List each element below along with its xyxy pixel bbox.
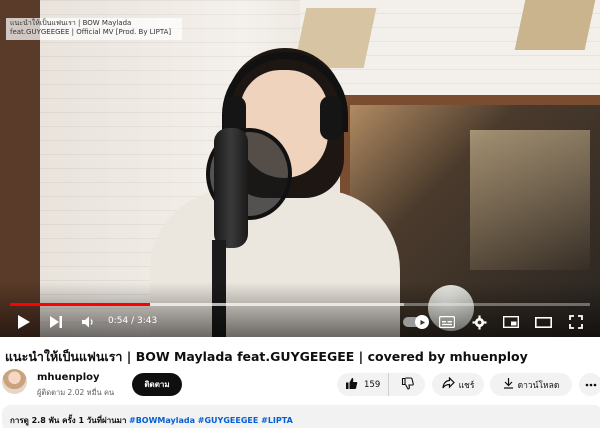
share-icon	[441, 376, 455, 392]
progress-bar[interactable]	[10, 303, 590, 306]
download-label: ดาวน์โหลด	[517, 380, 560, 391]
share-label: แชร์	[458, 380, 475, 391]
next-icon	[49, 315, 63, 329]
volume-icon	[81, 315, 95, 329]
next-button[interactable]	[46, 312, 66, 332]
download-button[interactable]: ดาวน์โหลด	[490, 373, 572, 396]
like-button[interactable]: 159	[337, 373, 389, 396]
hashtags[interactable]: #BOWMaylada #GUYGEEGEE #LIPTA	[129, 416, 293, 425]
video-title: แนะนำให้เป็นแฟนเรา | BOW Maylada feat.GU…	[5, 349, 528, 364]
volume-button[interactable]	[78, 312, 98, 332]
view-count-date: การดู 2.8 พัน ครั้ง 1 วันที่ผ่านมา	[10, 416, 127, 425]
gear-icon	[472, 315, 487, 330]
autoplay-knob	[415, 315, 429, 329]
progress-played	[10, 303, 151, 306]
like-count: 159	[364, 379, 381, 390]
dislike-button[interactable]	[389, 373, 425, 396]
more-icon	[585, 380, 597, 390]
miniplayer-icon	[503, 316, 519, 328]
overlay-title-line1: แนะนำให้เป็นแฟนเรา | BOW Maylada	[10, 19, 132, 27]
like-dislike-group: 159	[337, 373, 425, 396]
thumbs-down-icon	[401, 376, 414, 393]
subtitles-icon	[439, 316, 455, 328]
play-icon	[17, 314, 31, 330]
video-title-overlay: แนะนำให้เป็นแฟนเรา | BOW Maylada feat.GU…	[6, 18, 182, 40]
play-small-icon	[420, 319, 425, 325]
subtitles-button[interactable]	[437, 312, 457, 332]
time-display: 0:54 / 3:43	[108, 316, 158, 326]
play-button[interactable]	[14, 312, 34, 332]
channel-avatar[interactable]	[2, 369, 27, 394]
theater-button[interactable]	[533, 312, 553, 332]
fullscreen-icon	[569, 315, 583, 329]
settings-button[interactable]	[469, 312, 489, 332]
video-player[interactable]: แนะนำให้เป็นแฟนเรา | BOW Maylada feat.GU…	[0, 0, 600, 337]
download-icon	[503, 377, 514, 392]
share-button[interactable]: แชร์	[432, 373, 484, 396]
miniplayer-button[interactable]	[501, 312, 521, 332]
autoplay-toggle[interactable]	[403, 315, 429, 329]
thumbs-up-icon	[345, 377, 358, 393]
overlay-title-line2: feat.GUYGEEGEE | Official MV [Prod. By L…	[10, 28, 172, 36]
description-box[interactable]: การดู 2.8 พัน ครั้ง 1 วันที่ผ่านมา #BOWM…	[2, 405, 600, 428]
more-actions-button[interactable]	[579, 373, 600, 396]
theater-icon	[534, 316, 552, 328]
subscribe-button[interactable]: ติดตาม	[132, 373, 182, 396]
subscriber-count: ผู้ติดตาม 2.02 หมื่น คน	[37, 388, 115, 397]
fullscreen-button[interactable]	[566, 312, 586, 332]
channel-name[interactable]: mhuenploy	[37, 372, 100, 383]
